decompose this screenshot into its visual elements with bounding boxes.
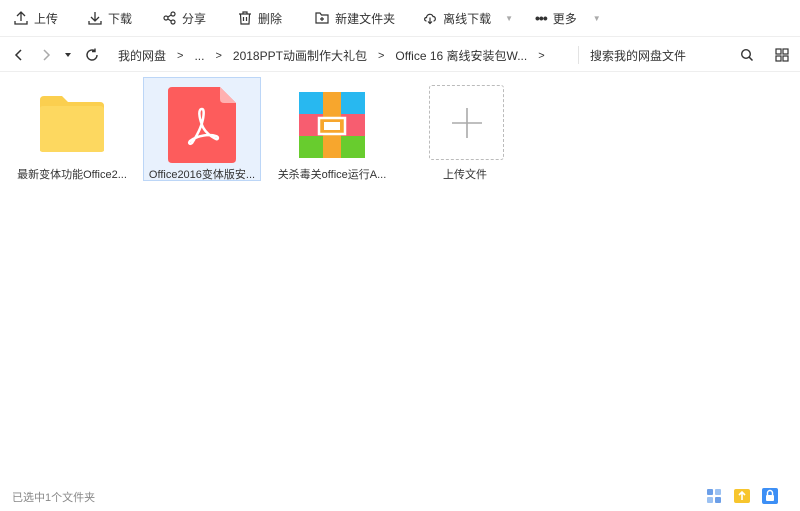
pdf-icon [168, 87, 236, 163]
navigation-bar: 我的网盘 > ... > 2018PPT动画制作大礼包 > Office 16 … [0, 36, 800, 72]
file-item-folder[interactable]: 最新变体功能Office2... [12, 84, 132, 184]
history-dropdown-icon[interactable] [60, 47, 76, 63]
breadcrumb-separator-icon: > [538, 49, 545, 62]
file-item-pdf[interactable]: Office2016变体版安... [143, 84, 261, 184]
breadcrumb-item-my-drive[interactable]: 我的网盘 [118, 47, 166, 64]
breadcrumb-separator-icon: > [377, 49, 385, 62]
offline-dropdown-icon[interactable]: ▼ [505, 14, 513, 23]
search-input[interactable]: 搜索我的网盘文件 [590, 47, 686, 64]
archive-icon [299, 92, 365, 158]
delete-button[interactable]: 删除 [238, 0, 282, 36]
app-grid-icon[interactable] [706, 488, 722, 504]
offline-download-button[interactable]: 离线下载 ▼ [423, 0, 513, 36]
file-name: 关杀毒关office运行A... [277, 169, 387, 181]
more-button[interactable]: ••• 更多 ▼ [535, 0, 601, 36]
share-button[interactable]: 分享 [162, 0, 206, 36]
folder-icon [40, 96, 104, 152]
upload-icon [14, 11, 28, 25]
cloud-download-icon [424, 13, 436, 25]
add-file-box[interactable] [429, 85, 504, 160]
more-label: 更多 [552, 11, 577, 26]
upload-file-tile[interactable]: 上传文件 [410, 84, 520, 184]
upload-folder-icon[interactable] [734, 488, 750, 504]
share-icon [163, 11, 176, 25]
divider [578, 46, 579, 64]
toolbar: 上传 下载 分享 删除 新建文件夹 离线下载 ▼ ••• 更多 ▼ [0, 0, 800, 36]
breadcrumb-separator-icon: > [215, 49, 222, 62]
download-button[interactable]: 下载 [88, 0, 132, 36]
file-name: 最新变体功能Office2... [17, 169, 127, 181]
refresh-icon[interactable] [84, 47, 100, 63]
new-folder-icon [315, 12, 329, 24]
trash-icon [239, 11, 252, 25]
new-folder-button[interactable]: 新建文件夹 [315, 0, 395, 36]
status-bar: 已选中1个文件夹 [0, 480, 800, 511]
file-name: Office2016变体版安... [148, 169, 256, 181]
upload-button[interactable]: 上传 [14, 0, 58, 36]
download-icon [88, 12, 102, 25]
search-icon[interactable] [739, 47, 755, 63]
download-label: 下载 [108, 11, 133, 26]
breadcrumb-item-office16[interactable]: Office 16 离线安装包W... [395, 47, 527, 64]
grid-view-icon[interactable] [774, 47, 790, 63]
upload-file-label: 上传文件 [443, 169, 487, 181]
plus-icon [452, 108, 482, 138]
breadcrumb: 我的网盘 > ... > 2018PPT动画制作大礼包 > Office 16 … [118, 47, 556, 64]
new-folder-label: 新建文件夹 [335, 11, 396, 26]
delete-label: 删除 [258, 11, 283, 26]
more-dots-icon: ••• [535, 10, 548, 26]
offline-download-label: 离线下载 [443, 11, 492, 26]
status-text: 已选中1个文件夹 [12, 492, 96, 504]
breadcrumb-item-ellipsis[interactable]: ... [194, 49, 204, 63]
file-item-archive[interactable]: 关杀毒关office运行A... [270, 84, 394, 184]
forward-arrow-icon[interactable] [38, 47, 54, 63]
more-dropdown-icon[interactable]: ▼ [593, 14, 601, 23]
breadcrumb-item-ppt-pack[interactable]: 2018PPT动画制作大礼包 [233, 47, 367, 64]
share-label: 分享 [182, 11, 207, 26]
breadcrumb-separator-icon: > [177, 49, 184, 62]
lock-icon[interactable] [762, 488, 778, 504]
upload-label: 上传 [34, 11, 59, 26]
back-arrow-icon[interactable] [11, 47, 27, 63]
